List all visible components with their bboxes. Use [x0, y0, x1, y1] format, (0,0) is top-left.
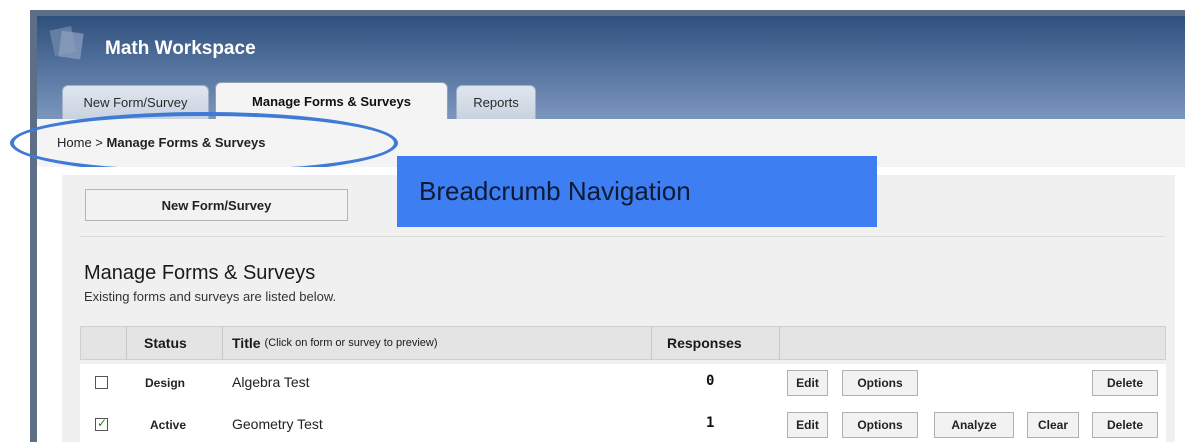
- header-status: Status: [144, 335, 187, 351]
- tab-label: New Form/Survey: [83, 95, 188, 110]
- breadcrumb-home-link[interactable]: Home: [57, 135, 92, 150]
- row-checkbox[interactable]: [95, 376, 108, 389]
- app-header: [37, 16, 1185, 119]
- row-checkbox-checked[interactable]: [95, 416, 108, 431]
- page-subtitle: Existing forms and surveys are listed be…: [84, 289, 337, 304]
- breadcrumb-separator: >: [91, 135, 107, 150]
- clear-button[interactable]: Clear: [1027, 412, 1079, 438]
- app-title: Math Workspace: [105, 38, 256, 60]
- page-title: Manage Forms & Surveys: [84, 262, 316, 284]
- delete-button[interactable]: Delete: [1092, 370, 1158, 396]
- breadcrumb: Home > Manage Forms & Surveys: [57, 135, 265, 150]
- annotation-callout: Breadcrumb Navigation: [397, 156, 877, 227]
- tab-manage-forms-surveys[interactable]: Manage Forms & Surveys: [215, 82, 448, 119]
- tab-label: Manage Forms & Surveys: [252, 93, 411, 109]
- annotation-label: Breadcrumb Navigation: [419, 176, 691, 206]
- new-form-survey-button[interactable]: New Form/Survey: [85, 189, 348, 221]
- edit-button[interactable]: Edit: [787, 370, 828, 396]
- delete-button[interactable]: Delete: [1092, 412, 1158, 438]
- row-responses: 1: [706, 415, 715, 431]
- tab-label: Reports: [473, 95, 519, 110]
- column-separator: [779, 326, 780, 360]
- app-title-bold: Math: [105, 38, 150, 59]
- column-separator: [126, 326, 127, 360]
- row-title-link[interactable]: Geometry Test: [232, 416, 323, 432]
- column-separator: [222, 326, 223, 360]
- header-title: Title (Click on form or survey to preview…: [232, 326, 438, 360]
- edit-button[interactable]: Edit: [787, 412, 828, 438]
- row-status: Design: [145, 376, 186, 390]
- row-responses: 0: [706, 373, 715, 389]
- tab-reports[interactable]: Reports: [456, 85, 536, 119]
- analyze-button[interactable]: Analyze: [934, 412, 1014, 438]
- row-status: Active: [150, 418, 187, 432]
- breadcrumb-current: Manage Forms & Surveys: [106, 135, 266, 150]
- header-responses: Responses: [667, 335, 742, 351]
- header-title-label: Title: [232, 335, 261, 351]
- tab-new-form-survey[interactable]: New Form/Survey: [62, 85, 209, 119]
- options-button[interactable]: Options: [842, 412, 918, 438]
- app-title-rest: Workspace: [149, 38, 256, 59]
- row-title-link[interactable]: Algebra Test: [232, 374, 310, 390]
- app-logo-icon: [49, 25, 84, 60]
- options-button[interactable]: Options: [842, 370, 918, 396]
- header-title-note: (Click on form or survey to preview): [264, 337, 438, 349]
- divider: [80, 236, 1165, 237]
- column-separator: [651, 326, 652, 360]
